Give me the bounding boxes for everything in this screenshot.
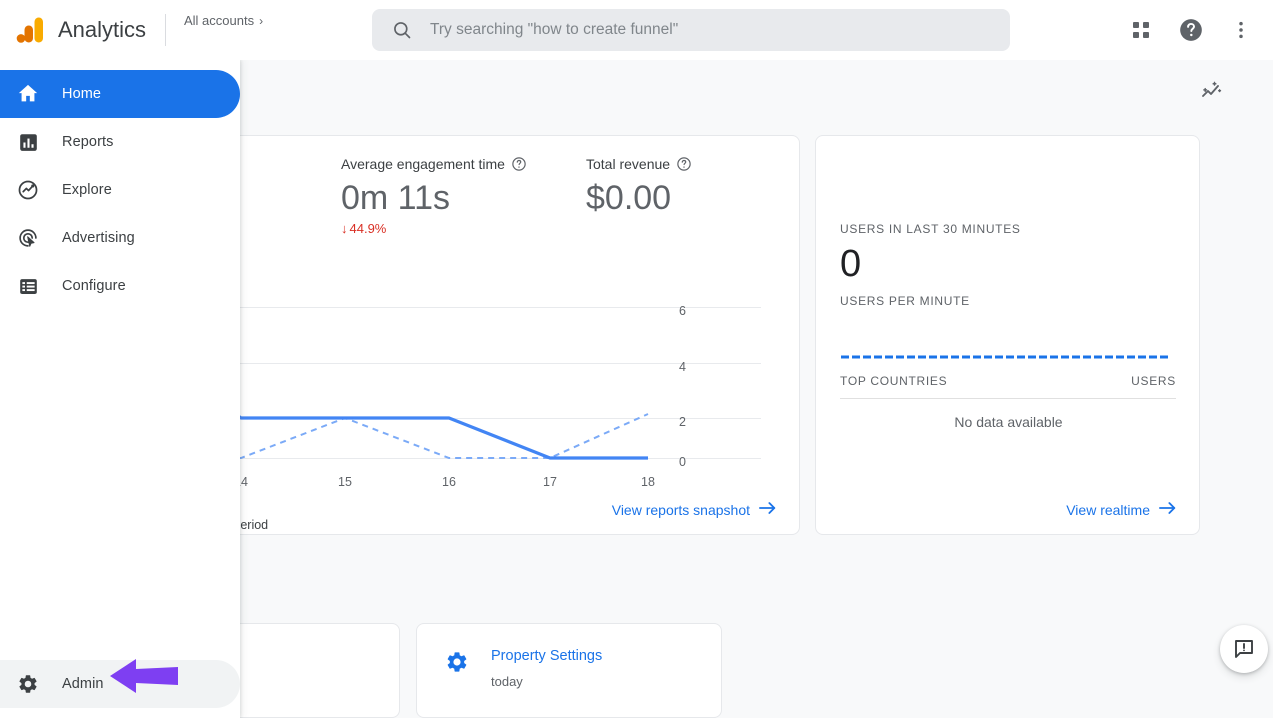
- link-label: View realtime: [1066, 501, 1150, 518]
- insights-sparkle-icon[interactable]: [1192, 71, 1232, 111]
- sidebar-item-label: Advertising: [62, 230, 135, 246]
- svg-text:0: 0: [679, 455, 686, 469]
- top-bar-actions: [1121, 0, 1261, 60]
- home-icon: [16, 82, 40, 106]
- sidebar-item-advertising[interactable]: Advertising: [0, 214, 240, 262]
- metrics-row: w users 4 ↑80.0% Average engagement time: [151, 154, 801, 236]
- chevron-right-icon: ›: [259, 13, 264, 28]
- card-text-block: Property Settings today: [491, 648, 602, 689]
- realtime-users-value: 0: [840, 243, 862, 285]
- account-selector-label: All accounts: [184, 13, 255, 28]
- help-icon[interactable]: [1171, 10, 1211, 50]
- realtime-users-label: USERS IN LAST 30 MINUTES: [840, 222, 1021, 236]
- realtime-table-header: TOP COUNTRIES USERS: [840, 374, 1176, 388]
- configure-icon: [16, 274, 40, 298]
- reports-icon: [16, 130, 40, 154]
- sidebar-item-explore[interactable]: Explore: [0, 166, 240, 214]
- account-selector[interactable]: All accounts ›: [180, 9, 267, 32]
- analytics-home-page: w users 4 ↑80.0% Average engagement time: [0, 0, 1273, 718]
- metric-label-text: Total revenue: [586, 156, 671, 172]
- metric-label-text: Average engagement time: [341, 156, 505, 172]
- sidebar-item-label: Explore: [62, 182, 112, 198]
- svg-text:6: 6: [679, 304, 686, 318]
- metric-average-engagement-time: Average engagement time 0m 11s ↓ 44.9%: [341, 154, 586, 236]
- metric-value: 0m 11s: [341, 179, 450, 217]
- realtime-users-per-minute-label: USERS PER MINUTE: [840, 294, 970, 308]
- sidebar-items: Home Reports Explore Advertising Configu…: [0, 60, 240, 310]
- reports-overview-card: w users 4 ↑80.0% Average engagement time: [150, 135, 800, 535]
- delta-value: 44.9%: [349, 221, 387, 236]
- advertising-icon: [16, 226, 40, 250]
- svg-text:17: 17: [543, 475, 557, 489]
- analytics-logo-icon: [14, 14, 46, 46]
- sidebar-item-admin[interactable]: Admin: [0, 660, 240, 708]
- column-header-top-countries: TOP COUNTRIES: [840, 374, 948, 388]
- explore-icon: [16, 178, 40, 202]
- svg-text:16: 16: [442, 475, 456, 489]
- metric-label: Total revenue: [586, 154, 801, 174]
- help-icon[interactable]: [511, 156, 527, 172]
- metric-delta: ↓ 44.9%: [341, 221, 586, 236]
- svg-text:2: 2: [679, 415, 686, 429]
- property-settings-card[interactable]: Property Settings today: [416, 623, 722, 718]
- chart-y-tick-labels: 6 4 2 0: [679, 304, 686, 469]
- column-header-users: USERS: [1131, 374, 1176, 388]
- sidebar-item-label: Reports: [62, 134, 114, 150]
- sidebar-item-home[interactable]: Home: [0, 70, 240, 118]
- divider: [165, 14, 166, 46]
- sidebar-item-configure[interactable]: Configure: [0, 262, 240, 310]
- realtime-no-data-message: No data available: [954, 414, 1063, 430]
- chart-gridlines: [151, 307, 761, 459]
- svg-text:4: 4: [679, 360, 686, 374]
- sidebar-nav: Home Reports Explore Advertising Configu…: [0, 60, 240, 718]
- sidebar-item-reports[interactable]: Reports: [0, 118, 240, 166]
- help-icon[interactable]: [676, 156, 692, 172]
- metric-label: Average engagement time: [341, 154, 586, 174]
- metric-total-revenue: Total revenue $0.00: [586, 154, 801, 236]
- card-subtitle: today: [491, 674, 523, 689]
- svg-text:18: 18: [641, 475, 655, 489]
- arrow-right-icon: [1159, 501, 1177, 518]
- svg-text:15: 15: [338, 475, 352, 489]
- search-bar[interactable]: [372, 9, 1010, 51]
- realtime-sparkline: [841, 355, 1168, 359]
- sidebar-item-label: Admin: [62, 676, 104, 692]
- metric-value: $0.00: [586, 179, 672, 217]
- sidebar-item-label: Home: [62, 86, 102, 102]
- realtime-card: USERS IN LAST 30 MINUTES 0 USERS PER MIN…: [815, 135, 1200, 535]
- view-reports-snapshot-link[interactable]: View reports snapshot: [612, 501, 777, 518]
- search-icon: [392, 20, 412, 40]
- chart-x-tick-labels: 14 15 16 17 18: [234, 475, 655, 489]
- sidebar-item-label: Configure: [62, 278, 126, 294]
- link-label: View reports snapshot: [611, 501, 750, 518]
- chart-svg: 6 4 2 0 14 15 16 17 18: [151, 304, 761, 489]
- feedback-button[interactable]: [1220, 625, 1268, 673]
- arrow-right-icon: [759, 501, 777, 518]
- search-input[interactable]: [430, 9, 990, 51]
- top-bar: Analytics All accounts ›: [0, 0, 1273, 60]
- delta-arrow-icon: ↓: [341, 221, 348, 236]
- users-line-chart: 6 4 2 0 14 15 16 17 18: [151, 296, 801, 496]
- card-content: Property Settings today: [445, 648, 602, 689]
- card-title: Property Settings: [491, 648, 603, 664]
- app-title: Analytics: [58, 17, 147, 42]
- gear-icon: [16, 672, 40, 696]
- view-realtime-link[interactable]: View realtime: [1066, 501, 1177, 518]
- more-vert-icon[interactable]: [1221, 10, 1261, 50]
- gear-icon: [445, 650, 469, 674]
- divider: [840, 398, 1176, 399]
- apps-grid-icon[interactable]: [1121, 10, 1161, 50]
